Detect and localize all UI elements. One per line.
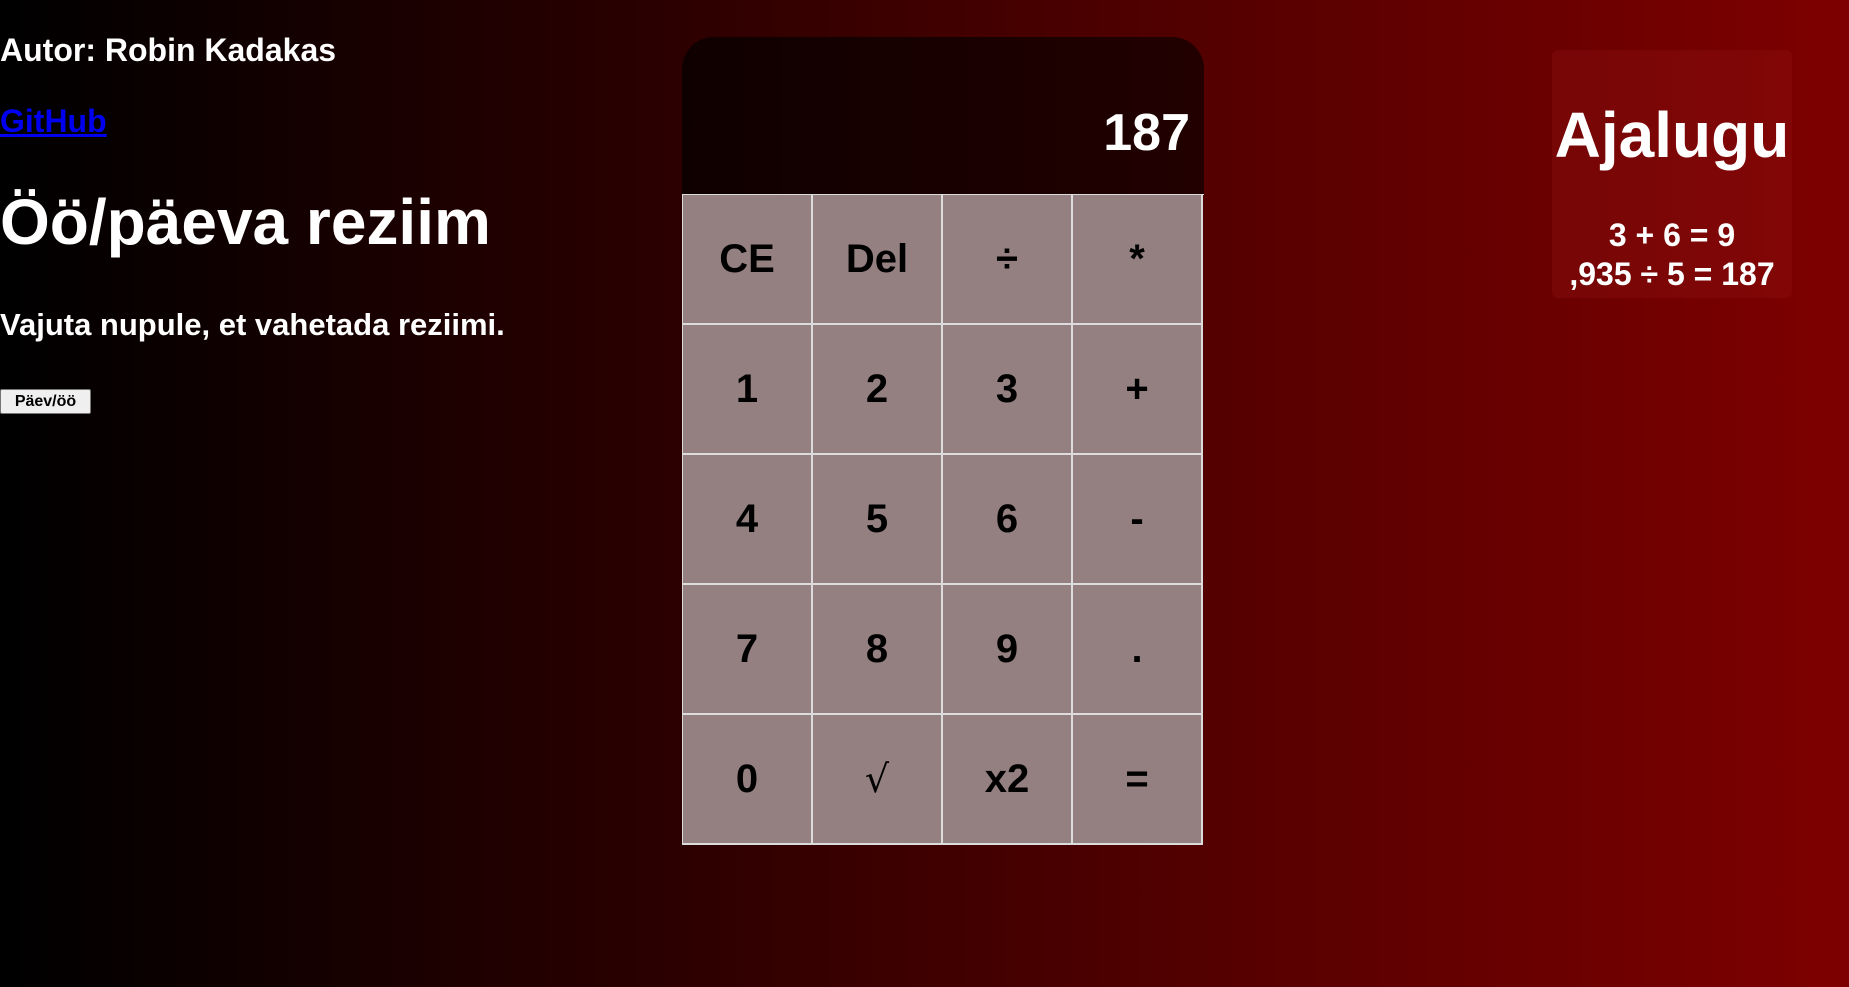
digit-5-button[interactable]: 5 (813, 455, 943, 585)
square-root-button[interactable]: √ (813, 715, 943, 845)
history-list: 3 + 6 = 9 ,935 ÷ 5 = 187 (1552, 216, 1792, 294)
github-link[interactable]: GitHub (0, 101, 107, 141)
digit-6-button[interactable]: 6 (943, 455, 1073, 585)
history-entry: ,935 ÷ 5 = 187 (1569, 256, 1775, 292)
history-entry: 3 + 6 = 9 (1608, 217, 1736, 253)
digit-1-button[interactable]: 1 (683, 325, 813, 455)
calculator: 187 CE Del ÷ * 1 2 3 + 4 5 6 - 7 8 9 . 0… (682, 37, 1204, 845)
subtract-button[interactable]: - (1073, 455, 1203, 585)
digit-7-button[interactable]: 7 (683, 585, 813, 715)
add-button[interactable]: + (1073, 325, 1203, 455)
mode-title: Öö/päeva reziim (0, 186, 491, 258)
digit-8-button[interactable]: 8 (813, 585, 943, 715)
digit-9-button[interactable]: 9 (943, 585, 1073, 715)
calculator-display: 187 (682, 37, 1204, 194)
square-button[interactable]: x2 (943, 715, 1073, 845)
display-value: 187 (1103, 104, 1190, 162)
decimal-point-button[interactable]: . (1073, 585, 1203, 715)
author-text: Autor: Robin Kadakas (0, 32, 337, 68)
history-panel: Ajalugu 3 + 6 = 9 ,935 ÷ 5 = 187 (1552, 50, 1792, 298)
multiply-button[interactable]: * (1073, 195, 1203, 325)
digit-2-button[interactable]: 2 (813, 325, 943, 455)
digit-3-button[interactable]: 3 (943, 325, 1073, 455)
digit-0-button[interactable]: 0 (683, 715, 813, 845)
keypad: CE Del ÷ * 1 2 3 + 4 5 6 - 7 8 9 . 0 √ x… (682, 194, 1204, 845)
divide-button[interactable]: ÷ (943, 195, 1073, 325)
clear-entry-button[interactable]: CE (683, 195, 813, 325)
mode-hint: Vajuta nupule, et vahetada reziimi. (0, 307, 505, 342)
day-night-toggle-button[interactable]: Päev/öö (0, 389, 91, 414)
equals-button[interactable]: = (1073, 715, 1203, 845)
history-title: Ajalugu (1554, 99, 1790, 171)
delete-button[interactable]: Del (813, 195, 943, 325)
digit-4-button[interactable]: 4 (683, 455, 813, 585)
